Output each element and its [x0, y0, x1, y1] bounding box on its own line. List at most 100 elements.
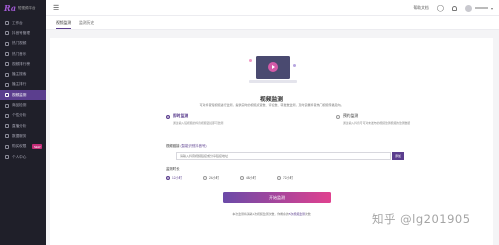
goods-icon	[5, 103, 9, 108]
sidebar-nav: 工作台 抖音号管理 热门视频 热门音乐 视频排行榜 播主搜索 播主排行 视频监测…	[0, 18, 46, 162]
music-icon	[5, 52, 9, 57]
video-link-label: 视频链接 (智能识别抖音号)	[166, 143, 207, 148]
sidebar-item-label: 商品检测	[12, 103, 27, 108]
video-link-label-text: 视频链接	[166, 144, 180, 148]
new-badge: NEW	[32, 144, 42, 150]
headset-icon[interactable]: ◯	[437, 4, 444, 12]
duration-label-text: 24小时	[209, 176, 219, 180]
top-bar: ☰ 帮助文档 ◯ ▾	[46, 0, 499, 16]
video-monitor-illustration	[249, 56, 297, 86]
fire-icon	[5, 41, 9, 46]
sidebar-item-accounts[interactable]: 抖音号管理	[0, 28, 46, 38]
radio-unchecked[interactable]	[336, 114, 340, 119]
sidebar-item-label: 热门音乐	[12, 51, 27, 56]
footnote-text-end: 次数	[304, 212, 311, 216]
logo-subtitle: 短视频平台	[18, 5, 36, 10]
mode-label: 即时监测	[173, 114, 189, 118]
sidebar-item-label: 抖音号管理	[12, 30, 30, 35]
duration-option-12h[interactable]: 12小时	[166, 175, 203, 180]
page-description: 可对抖音短视频进行监测，提供实时的视频点赞数、评论数、转发数监测，及时掌握抖音热…	[199, 103, 344, 107]
username-placeholder	[474, 6, 488, 10]
chevron-down-icon: ▾	[490, 5, 493, 11]
sidebar-item-label: 数据服务	[12, 133, 27, 138]
top-bar-actions: 帮助文档 ◯ ▾	[414, 0, 493, 16]
trophy-icon	[5, 82, 9, 87]
footnote-text: 本次监测将消耗1次视频监测次数，你剩余的	[232, 212, 289, 216]
duration-option-48h[interactable]: 48小时	[240, 175, 277, 180]
sidebar-item-analysis[interactable]: 个性分析	[0, 111, 46, 121]
add-link-button[interactable]: 添加	[392, 152, 404, 160]
monitor-mode-group: 即时监测 通过输入短视频的抖音视频链接即可监测 预约监测 通过输入抖音号可对未发…	[166, 114, 446, 128]
menu-toggle-icon[interactable]: ☰	[53, 5, 59, 12]
tab-video-monitor[interactable]: 视频监测	[56, 21, 72, 29]
quota-link[interactable]: 5次视频监测	[289, 212, 305, 216]
bell-icon[interactable]	[451, 5, 457, 11]
decor-dot	[249, 59, 252, 62]
sidebar-item-label: 购买权限	[12, 144, 27, 149]
sidebar-item-profile[interactable]: 个人中心	[0, 152, 46, 162]
user-icon	[5, 155, 9, 159]
decor-dot	[293, 64, 296, 67]
user-menu[interactable]: ▾	[464, 4, 493, 12]
dashboard-icon	[5, 21, 9, 26]
sidebar-item-label: 热门视频	[12, 41, 27, 46]
sidebar-item-creator-search[interactable]: 播主搜索	[0, 69, 46, 79]
monitor-icon	[5, 93, 9, 98]
sidebar-item-label: 个人中心	[12, 154, 27, 159]
account-icon	[5, 31, 9, 36]
sidebar-item-label: 播主排行	[12, 82, 27, 87]
sidebar-item-label: 直播分析	[12, 123, 27, 128]
avatar	[464, 4, 472, 12]
mode-scheduled[interactable]: 预约监测 通过输入抖音号可对未发布的视频监测视频的监测数据	[336, 114, 410, 125]
sidebar-item-live[interactable]: 直播分析	[0, 121, 46, 131]
logo-mark: Ra	[4, 3, 17, 13]
duration-option-24h[interactable]: 24小时	[203, 175, 240, 180]
mode-note: 通过输入短视频的抖音视频链接即可监测	[173, 120, 224, 125]
duration-options: 12小时 24小时 48小时 72小时	[166, 175, 314, 180]
sidebar-item-dashboard[interactable]: 工作台	[0, 18, 46, 28]
tab-bar: 视频监测 监测历史	[46, 16, 499, 30]
watermark: 知乎 @lg201905	[372, 212, 471, 226]
page-title: 视频监测	[259, 97, 284, 103]
start-monitor-button[interactable]: 开始监测	[223, 192, 331, 203]
radio-unchecked[interactable]	[240, 175, 244, 180]
duration-label-text: 12小时	[172, 176, 182, 180]
mode-label: 预约监测	[343, 114, 359, 118]
sidebar: Ra 短视频平台 工作台 抖音号管理 热门视频 热门音乐 视频排行榜 播主搜索 …	[0, 0, 46, 245]
sidebar-item-label: 视频排行榜	[12, 61, 30, 66]
duration-label-text: 72小时	[283, 176, 293, 180]
radio-unchecked[interactable]	[277, 175, 281, 180]
radio-unchecked[interactable]	[203, 175, 207, 180]
radio-checked[interactable]	[166, 114, 170, 119]
video-link-hint: (智能识别抖音号)	[180, 144, 207, 148]
rank-icon	[5, 62, 9, 67]
sidebar-item-creator-rank[interactable]: 播主排行	[0, 80, 46, 90]
sidebar-item-goods-check[interactable]: 商品检测	[0, 100, 46, 110]
duration-label-text: 48小时	[246, 176, 256, 180]
sidebar-item-video-monitor[interactable]: 视频监测	[0, 90, 46, 101]
sidebar-item-label: 个性分析	[12, 113, 27, 118]
sidebar-item-purchase[interactable]: 购买权限 NEW	[0, 142, 46, 152]
radio-checked[interactable]	[166, 175, 170, 180]
help-link[interactable]: 帮助文档	[414, 6, 429, 11]
app-logo[interactable]: Ra 短视频平台	[0, 0, 46, 16]
sidebar-item-data-service[interactable]: 数据服务	[0, 131, 46, 141]
search-icon	[5, 72, 9, 77]
sidebar-item-label: 播主搜索	[12, 72, 27, 77]
sidebar-item-hot-videos[interactable]: 热门视频	[0, 39, 46, 49]
sidebar-item-video-rank[interactable]: 视频排行榜	[0, 59, 46, 69]
mode-instant[interactable]: 即时监测 通过输入短视频的抖音视频链接即可监测	[166, 114, 223, 125]
video-link-input[interactable]	[176, 152, 391, 160]
screen-graphic	[256, 56, 290, 79]
mode-note: 通过输入抖音号可对未发布的视频监测视频的监测数据	[343, 120, 411, 125]
tab-monitor-history[interactable]: 监测历史	[79, 21, 94, 26]
sidebar-item-label: 工作台	[12, 20, 23, 25]
sidebar-item-hot-music[interactable]: 热门音乐	[0, 49, 46, 59]
data-icon	[5, 134, 9, 139]
duration-option-72h[interactable]: 72小时	[277, 175, 314, 180]
duration-label: 监测时长	[166, 167, 180, 171]
play-icon	[268, 62, 278, 72]
stand-graphic	[249, 80, 297, 83]
cart-icon	[5, 144, 9, 149]
live-icon	[5, 124, 9, 129]
